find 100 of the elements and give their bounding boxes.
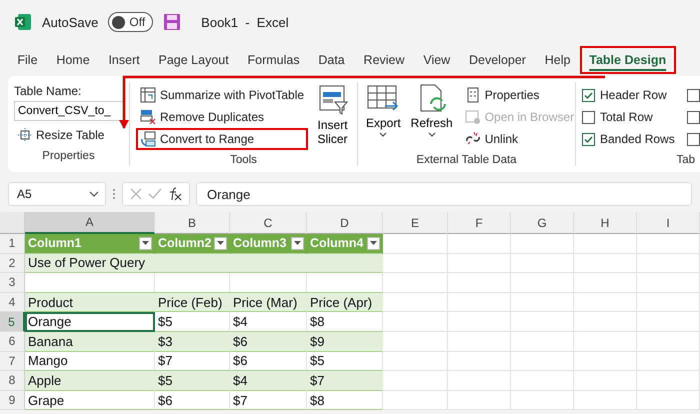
- checkbox[interactable]: [582, 132, 595, 146]
- table-cell[interactable]: $4: [230, 371, 307, 391]
- table-cell[interactable]: [574, 292, 637, 312]
- table-cell[interactable]: [448, 273, 511, 293]
- refresh-button[interactable]: Refresh: [408, 82, 455, 154]
- table-cell[interactable]: [574, 312, 637, 332]
- column-header[interactable]: H: [574, 212, 637, 234]
- column-header[interactable]: E: [383, 212, 448, 234]
- table-cell[interactable]: [637, 273, 700, 293]
- ribbon-tab[interactable]: Review: [354, 46, 414, 74]
- table-cell[interactable]: Price (Mar): [230, 292, 307, 312]
- table-cell[interactable]: [448, 254, 511, 274]
- table-cell[interactable]: [383, 234, 448, 254]
- filter-dropdown-icon[interactable]: [291, 236, 304, 250]
- table-cell[interactable]: [637, 371, 700, 391]
- table-cell[interactable]: [511, 371, 574, 391]
- table-cell[interactable]: $7: [155, 352, 230, 372]
- table-cell[interactable]: [637, 332, 700, 352]
- table-cell[interactable]: $7: [307, 371, 383, 391]
- table-cell[interactable]: $5: [155, 312, 230, 332]
- table-cell[interactable]: [511, 332, 574, 352]
- table-cell[interactable]: [448, 234, 511, 254]
- table-cell[interactable]: [448, 371, 511, 391]
- table-cell[interactable]: $6: [230, 352, 307, 372]
- table-cell[interactable]: $7: [230, 390, 307, 410]
- tool-button[interactable]: Remove Duplicates: [136, 106, 308, 128]
- table-cell[interactable]: Use of Power Query: [25, 254, 383, 274]
- checkbox[interactable]: [686, 132, 700, 146]
- row-header[interactable]: 3: [0, 273, 25, 293]
- table-cell[interactable]: [511, 234, 574, 254]
- table-cell[interactable]: [511, 273, 574, 293]
- ribbon-tab[interactable]: Developer: [460, 46, 536, 74]
- table-cell[interactable]: [574, 254, 637, 274]
- table-cell[interactable]: $6: [155, 390, 230, 410]
- insert-slicer-button[interactable]: Insert Slicer: [314, 82, 351, 154]
- table-cell[interactable]: [574, 371, 637, 391]
- column-header[interactable]: G: [511, 212, 574, 234]
- checkbox[interactable]: [582, 88, 595, 102]
- table-cell[interactable]: [574, 234, 637, 254]
- column-header[interactable]: D: [307, 212, 383, 234]
- table-cell[interactable]: [383, 371, 448, 391]
- autosave-toggle[interactable]: Off: [108, 12, 154, 32]
- external-data-button[interactable]: Unlink: [460, 128, 578, 150]
- table-cell[interactable]: Banana: [25, 332, 155, 352]
- ribbon-tab[interactable]: Help: [535, 46, 580, 74]
- row-header[interactable]: 2: [0, 254, 25, 274]
- table-cell[interactable]: $5: [155, 371, 230, 391]
- filter-dropdown-icon[interactable]: [367, 236, 380, 250]
- ribbon-tab[interactable]: Home: [46, 46, 100, 74]
- select-all-corner[interactable]: [0, 212, 25, 234]
- name-box[interactable]: A5: [8, 182, 106, 206]
- table-cell[interactable]: [637, 390, 700, 410]
- table-cell[interactable]: [511, 312, 574, 332]
- tool-button[interactable]: Convert to Range: [136, 128, 308, 150]
- row-header[interactable]: 6: [0, 332, 25, 352]
- table-cell[interactable]: Price (Apr): [307, 292, 383, 312]
- table-cell[interactable]: [383, 292, 448, 312]
- filter-dropdown-icon[interactable]: [214, 236, 227, 250]
- resize-table-button[interactable]: Resize Table: [14, 124, 124, 146]
- row-header[interactable]: 1: [0, 234, 25, 254]
- ribbon-tab[interactable]: Table Design: [580, 46, 676, 74]
- table-cell[interactable]: $3: [155, 332, 230, 352]
- table-cell[interactable]: [637, 254, 700, 274]
- column-header[interactable]: I: [637, 212, 700, 234]
- table-cell[interactable]: [383, 332, 448, 352]
- tool-button[interactable]: Summarize with PivotTable: [136, 84, 308, 106]
- row-header[interactable]: 8: [0, 371, 25, 391]
- table-cell[interactable]: $4: [230, 312, 307, 332]
- table-cell[interactable]: [574, 390, 637, 410]
- table-cell[interactable]: [383, 312, 448, 332]
- table-cell[interactable]: $5: [307, 352, 383, 372]
- table-cell[interactable]: [383, 273, 448, 293]
- table-cell[interactable]: [637, 234, 700, 254]
- checkbox[interactable]: [582, 110, 595, 124]
- table-cell[interactable]: [637, 352, 700, 372]
- table-name-field[interactable]: Convert_CSV_to_: [14, 101, 124, 121]
- checkbox[interactable]: [686, 110, 700, 124]
- table-cell[interactable]: [511, 390, 574, 410]
- row-header[interactable]: 5: [0, 312, 25, 332]
- table-cell[interactable]: $9: [307, 332, 383, 352]
- table-cell[interactable]: [574, 332, 637, 352]
- ribbon-tab[interactable]: Page Layout: [149, 46, 238, 74]
- table-cell[interactable]: $8: [307, 312, 383, 332]
- column-header[interactable]: C: [230, 212, 307, 234]
- table-cell[interactable]: Price (Feb): [155, 292, 230, 312]
- ribbon-tab[interactable]: Formulas: [238, 46, 309, 74]
- table-cell[interactable]: [511, 352, 574, 372]
- export-button[interactable]: Export: [364, 82, 403, 154]
- table-cell[interactable]: [574, 273, 637, 293]
- formula-field[interactable]: Orange: [196, 182, 692, 206]
- table-cell[interactable]: [383, 254, 448, 274]
- table-cell[interactable]: Grape: [25, 390, 155, 410]
- table-cell[interactable]: Mango: [25, 352, 155, 372]
- table-cell[interactable]: [25, 273, 155, 293]
- table-cell[interactable]: [511, 292, 574, 312]
- table-cell[interactable]: [155, 273, 230, 293]
- table-cell[interactable]: Orange: [25, 312, 155, 332]
- table-cell[interactable]: [448, 292, 511, 312]
- table-cell[interactable]: [448, 390, 511, 410]
- table-cell[interactable]: [637, 292, 700, 312]
